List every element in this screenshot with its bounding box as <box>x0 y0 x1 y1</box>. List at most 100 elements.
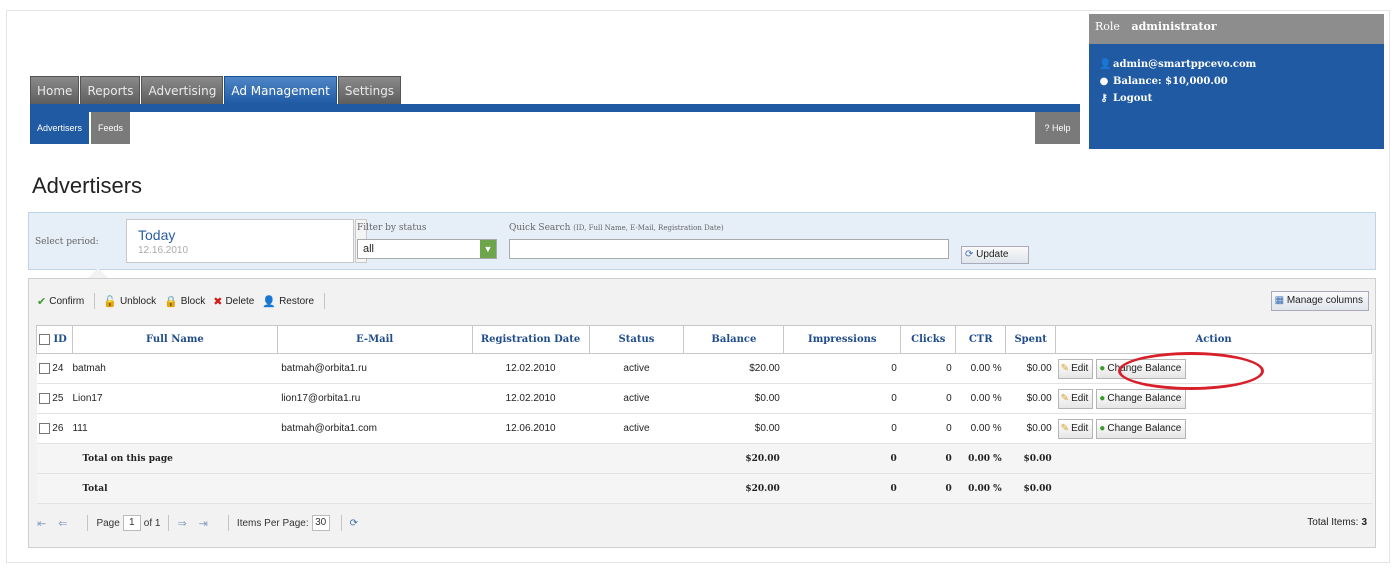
total-on-page-balance: $20.00 <box>683 443 784 474</box>
per-page-input[interactable]: 30 <box>311 515 330 531</box>
status-filter-label: Filter by status <box>357 223 427 233</box>
total-items-label: Total Items: <box>1307 517 1359 528</box>
highlight-annotation <box>1118 352 1264 390</box>
money-icon: ● <box>1099 362 1106 374</box>
quick-search-input[interactable] <box>509 239 949 259</box>
block-button[interactable]: 🔒 Block <box>164 295 205 308</box>
col-registration-date[interactable]: Registration Date <box>471 325 590 354</box>
cell-balance: $0.00 <box>683 413 784 444</box>
edit-button[interactable]: ✎ Edit <box>1057 418 1094 439</box>
col-status[interactable]: Status <box>588 325 685 354</box>
period-value: Today <box>138 227 176 243</box>
cell-email: batmah@orbita1.ru <box>277 353 473 384</box>
cell-spent: $0.00 <box>1005 413 1056 444</box>
cell-balance: $0.00 <box>683 383 784 414</box>
delete-button[interactable]: ✖ Delete <box>213 295 254 308</box>
edit-label: Edit <box>1071 422 1089 434</box>
row-checkbox[interactable] <box>38 392 50 404</box>
refresh-icon[interactable]: ⟳ <box>350 518 358 529</box>
restore-button[interactable]: 👤 Restore <box>262 295 314 308</box>
cell-balance: $20.00 <box>683 353 784 384</box>
cell-ctr: 0.00 % <box>955 413 1006 444</box>
user-icon: 👤 <box>1099 59 1112 70</box>
confirm-label: Confirm <box>49 295 85 307</box>
prev-page-icon[interactable]: ⇐ <box>58 517 67 530</box>
tab-home[interactable]: Home <box>30 76 80 104</box>
user-balance: ● Balance: $10,000.00 <box>1089 73 1384 90</box>
chevron-down-icon[interactable]: ▼ <box>480 240 496 258</box>
update-button[interactable]: ⟳ Update <box>961 246 1029 264</box>
tab-settings[interactable]: Settings <box>337 76 402 104</box>
period-picker[interactable]: Today 12.16.2010 <box>126 219 354 263</box>
logout-link[interactable]: ⚷ Logout <box>1089 90 1384 107</box>
nav-bar <box>30 104 1080 112</box>
subtab-advertisers[interactable]: Advertisers <box>30 112 90 144</box>
filter-panel: Select period: Today 12.16.2010 ▼ Filter… <box>28 212 1376 270</box>
tab-ad-management[interactable]: Ad Management <box>224 76 337 104</box>
col-action: Action <box>1055 325 1372 354</box>
help-label: Help <box>1052 123 1071 133</box>
unblock-button[interactable]: 🔓 Unblock <box>103 295 156 308</box>
subtab-feeds[interactable]: Feeds <box>91 112 131 144</box>
user-email[interactable]: 👤 admin@smartppcevo.com <box>1089 56 1384 73</box>
col-email[interactable]: E-Mail <box>276 325 473 354</box>
cell-impressions: 0 <box>783 413 901 444</box>
col-impressions[interactable]: Impressions <box>783 325 902 354</box>
col-clicks[interactable]: Clicks <box>900 325 957 354</box>
total-items-value: 3 <box>1361 517 1367 528</box>
period-date: 12.16.2010 <box>138 245 189 256</box>
col-full-name[interactable]: Full Name <box>71 325 278 354</box>
cell-impressions: 0 <box>783 383 901 414</box>
main-nav: Home Reports Advertising Ad Management S… <box>30 76 402 104</box>
tab-advertising[interactable]: Advertising <box>141 76 224 104</box>
pager-divider <box>87 515 89 531</box>
status-select[interactable]: all ▼ <box>357 239 497 259</box>
tab-reports[interactable]: Reports <box>80 76 141 104</box>
col-spent[interactable]: Spent <box>1005 325 1057 354</box>
status-select-value: all <box>363 243 375 255</box>
next-page-icon[interactable]: ⇒ <box>177 517 186 530</box>
toolbar-divider <box>94 293 96 309</box>
cell-impressions: 0 <box>783 353 901 384</box>
col-balance[interactable]: Balance <box>683 325 785 354</box>
total-clicks: 0 <box>900 473 956 504</box>
columns-icon: ▦ <box>1274 295 1285 306</box>
cell-status: active <box>589 353 684 384</box>
sub-nav: Advertisers Feeds <box>30 112 132 144</box>
per-page-label: Items Per Page: <box>236 517 309 529</box>
total-on-page-impressions: 0 <box>783 443 901 474</box>
row-checkbox[interactable] <box>38 362 50 374</box>
col-select-all[interactable]: ID <box>36 325 73 354</box>
edit-button[interactable]: ✎ Edit <box>1057 388 1094 409</box>
pager-divider <box>340 515 342 531</box>
help-button[interactable]: ? Help <box>1035 112 1080 144</box>
unlock-icon: 🔓 <box>103 295 117 308</box>
confirm-button[interactable]: ✔ Confirm <box>37 295 84 308</box>
money-icon: ● <box>1099 422 1106 434</box>
total-spent: $0.00 <box>1005 473 1056 504</box>
total-impressions: 0 <box>783 473 901 504</box>
cell-registration-date: 12.02.2010 <box>472 353 590 384</box>
first-page-icon[interactable]: ⇤ <box>37 517 46 530</box>
money-icon: ● <box>1099 392 1106 404</box>
change-balance-label: Change Balance <box>1107 392 1182 404</box>
col-ctr[interactable]: CTR <box>955 325 1007 354</box>
cell-clicks: 0 <box>900 413 956 444</box>
cell-status: active <box>589 383 684 414</box>
change-balance-button[interactable]: ● Change Balance <box>1096 418 1187 439</box>
last-page-icon[interactable]: ⇥ <box>199 517 208 530</box>
table-header-row: ID Full Name E-Mail Registration Date St… <box>36 325 1372 354</box>
role-bar: Role administrator <box>1089 14 1384 44</box>
select-all-checkbox[interactable] <box>39 334 50 345</box>
cell-full-name: Lion17 <box>72 383 278 414</box>
change-balance-button[interactable]: ● Change Balance <box>1096 388 1187 409</box>
page-input[interactable]: 1 <box>122 515 141 531</box>
col-id[interactable]: ID <box>53 334 66 345</box>
money-icon: ● <box>1099 76 1109 87</box>
edit-button[interactable]: ✎ Edit <box>1057 358 1094 379</box>
delete-icon: ✖ <box>213 295 223 308</box>
table-row[interactable]: 26 111 batmah@orbita1.com 12.06.2010 act… <box>36 413 1372 444</box>
toolbar-divider <box>324 293 326 309</box>
manage-columns-button[interactable]: ▦ Manage columns <box>1270 291 1369 311</box>
row-checkbox[interactable] <box>38 422 50 434</box>
